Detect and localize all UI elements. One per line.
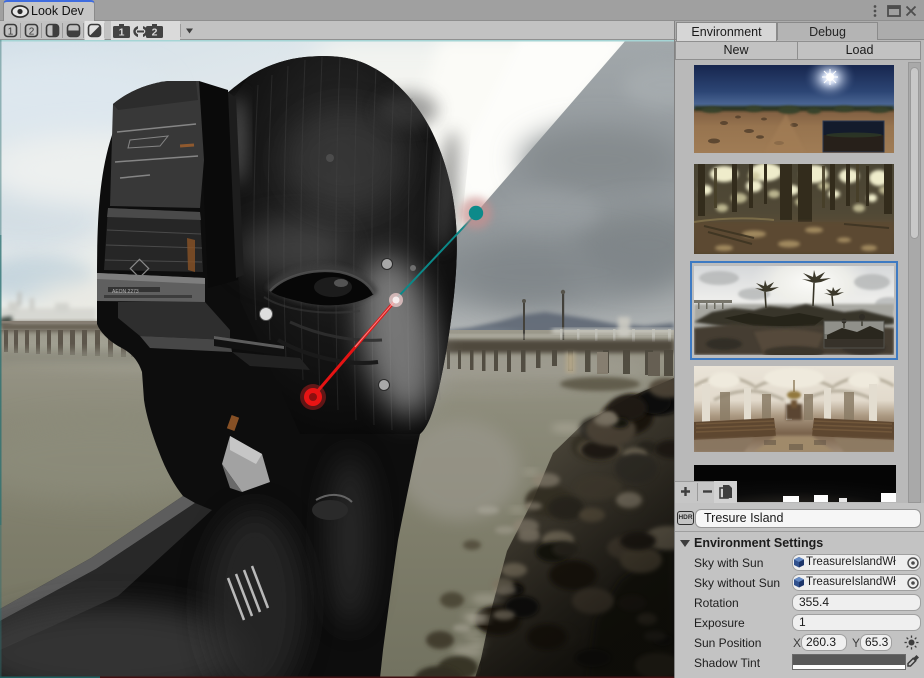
svg-text:1: 1 (8, 27, 14, 38)
svg-text:2: 2 (152, 27, 158, 39)
svg-text:AEON 2273: AEON 2273 (112, 289, 139, 295)
svg-text:1: 1 (119, 27, 125, 39)
svg-text:2: 2 (29, 27, 35, 38)
